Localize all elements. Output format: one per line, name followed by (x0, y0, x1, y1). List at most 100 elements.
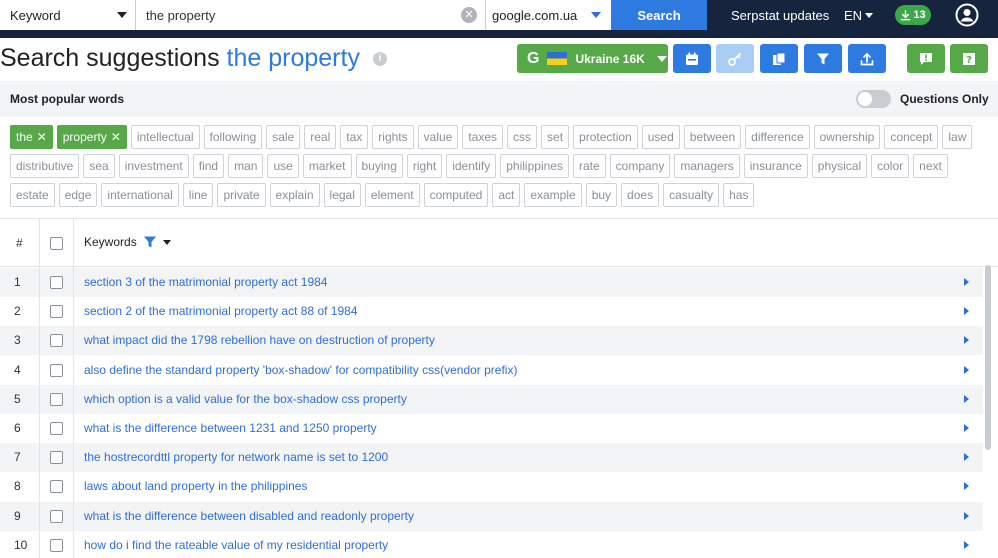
active-word-chip[interactable]: property ✕ (56, 125, 127, 149)
keyword-link[interactable]: section 3 of the matrimonial property ac… (84, 275, 327, 289)
word-chip[interactable]: investment (118, 154, 189, 178)
row-checkbox[interactable] (50, 538, 63, 552)
word-chip[interactable]: legal (323, 183, 361, 207)
keyword-link[interactable]: section 2 of the matrimonial property ac… (84, 304, 358, 318)
chevron-right-icon[interactable] (964, 307, 969, 316)
word-chip[interactable]: law (942, 125, 973, 149)
word-chip[interactable]: edge (58, 183, 98, 207)
word-chip[interactable]: sale (266, 125, 301, 149)
export-button[interactable] (848, 44, 886, 73)
word-chip[interactable]: find (192, 154, 225, 178)
word-chip[interactable]: following (203, 125, 263, 149)
row-checkbox[interactable] (50, 305, 63, 319)
word-chip[interactable]: intellectual (130, 125, 200, 149)
word-chip[interactable]: next (913, 154, 948, 178)
word-chip[interactable]: has (723, 183, 755, 207)
table-row[interactable]: 2 section 2 of the matrimonial property a… (0, 297, 983, 326)
chevron-right-icon[interactable] (964, 511, 969, 520)
chevron-right-icon[interactable] (964, 424, 969, 432)
serpstat-updates-link[interactable]: Serpstat updates (731, 0, 829, 30)
user-icon[interactable] (955, 3, 979, 27)
word-chip[interactable]: concept (884, 125, 939, 149)
keyword-link[interactable]: how do i find the rateable value of my r… (84, 538, 388, 552)
chevron-right-icon[interactable] (964, 482, 969, 491)
questions-only-toggle[interactable] (856, 90, 891, 108)
clear-icon[interactable]: ✕ (461, 7, 477, 23)
search-button[interactable]: Search (611, 0, 707, 30)
word-chip[interactable]: managers (674, 154, 740, 178)
word-chip[interactable]: private (217, 183, 266, 207)
row-checkbox[interactable] (50, 422, 63, 435)
word-chip[interactable]: color (871, 154, 910, 178)
chevron-right-icon[interactable] (964, 540, 969, 549)
word-chip[interactable]: man (228, 154, 264, 178)
select-all-checkbox[interactable] (50, 237, 63, 250)
table-row[interactable]: 1 section 3 of the matrimonial property a… (0, 268, 983, 297)
word-chip[interactable]: buy (585, 183, 618, 207)
table-row[interactable]: 3 what impact did the 1798 rebellion have… (0, 326, 983, 356)
word-chip[interactable]: between (683, 125, 742, 149)
column-keywords-header[interactable]: Keywords (84, 235, 171, 249)
search-input[interactable]: the property ✕ (136, 0, 486, 30)
word-chip[interactable]: distributive (10, 154, 80, 178)
word-chip[interactable]: company (609, 154, 671, 178)
table-row[interactable]: 4 also define the standard property 'box-… (0, 356, 983, 385)
word-chip[interactable]: rights (372, 125, 414, 149)
word-chip[interactable]: insurance (743, 154, 808, 178)
word-chip[interactable]: identify (446, 154, 497, 178)
word-chip[interactable]: tax (340, 125, 369, 149)
active-word-chip[interactable]: the ✕ (10, 125, 53, 149)
word-chip[interactable]: line (182, 183, 214, 207)
row-checkbox[interactable] (50, 334, 63, 348)
help-button[interactable]: ? (950, 44, 988, 73)
row-checkbox[interactable] (50, 451, 63, 465)
keyword-link[interactable]: what is the difference between 1231 and … (84, 421, 377, 435)
word-chip[interactable]: physical (811, 154, 868, 178)
remove-icon[interactable]: ✕ (37, 130, 47, 144)
word-chip[interactable]: example (524, 183, 582, 207)
row-checkbox[interactable] (50, 276, 63, 289)
filter-button[interactable] (804, 44, 842, 73)
table-row[interactable]: 6 what is the difference between 1231 and… (0, 414, 983, 443)
row-checkbox[interactable] (50, 509, 63, 523)
search-type-select[interactable]: Keyword (0, 0, 136, 30)
report-issue-button[interactable] (907, 44, 945, 73)
keyword-link[interactable]: the hostrecordttl property for network n… (84, 450, 388, 464)
word-chip[interactable]: international (101, 183, 179, 207)
table-scrollbar[interactable] (985, 265, 991, 450)
keyword-link[interactable]: what is the difference between disabled … (84, 509, 414, 523)
remove-icon[interactable]: ✕ (111, 130, 121, 144)
word-chip[interactable]: right (406, 154, 443, 178)
word-chip[interactable]: casualty (663, 183, 720, 207)
word-chip[interactable]: real (304, 125, 337, 149)
chevron-right-icon[interactable] (964, 278, 969, 286)
word-chip[interactable]: rate (572, 154, 606, 178)
calendar-button[interactable] (673, 44, 711, 73)
word-chip[interactable]: css (507, 125, 538, 149)
word-chip[interactable]: act (492, 183, 521, 207)
table-row[interactable]: 5 which option is a valid value for the b… (0, 384, 983, 414)
keyword-link[interactable]: also define the standard property 'box-s… (84, 363, 517, 377)
table-row[interactable]: 7 the hostrecordttl property for network … (0, 443, 983, 473)
info-icon[interactable]: i (372, 52, 387, 67)
copy-button[interactable] (760, 44, 798, 73)
chevron-right-icon[interactable] (964, 453, 969, 462)
keyword-link[interactable]: what impact did the 1798 rebellion have … (84, 333, 435, 347)
word-chip[interactable]: computed (423, 183, 489, 207)
word-chip[interactable]: sea (83, 154, 115, 178)
word-chip[interactable]: element (364, 183, 420, 207)
word-chip[interactable]: used (641, 125, 680, 149)
table-row[interactable]: 9 what is the difference between disabled… (0, 501, 983, 531)
keyword-link[interactable]: which option is a valid value for the bo… (84, 392, 407, 406)
keyword-link[interactable]: laws about land property in the philippi… (84, 479, 307, 493)
database-select[interactable]: google.com.ua (486, 0, 611, 30)
word-chip[interactable]: taxes (462, 125, 504, 149)
row-checkbox[interactable] (50, 392, 63, 406)
word-chip[interactable]: philippines (500, 154, 569, 178)
word-chip[interactable]: value (417, 125, 459, 149)
caret-down-icon[interactable] (162, 239, 171, 245)
table-row[interactable]: 8 laws about land property in the philipp… (0, 472, 983, 501)
word-chip[interactable]: set (541, 125, 570, 149)
word-chip[interactable]: protection (573, 125, 638, 149)
word-chip[interactable]: ownership (813, 125, 881, 149)
